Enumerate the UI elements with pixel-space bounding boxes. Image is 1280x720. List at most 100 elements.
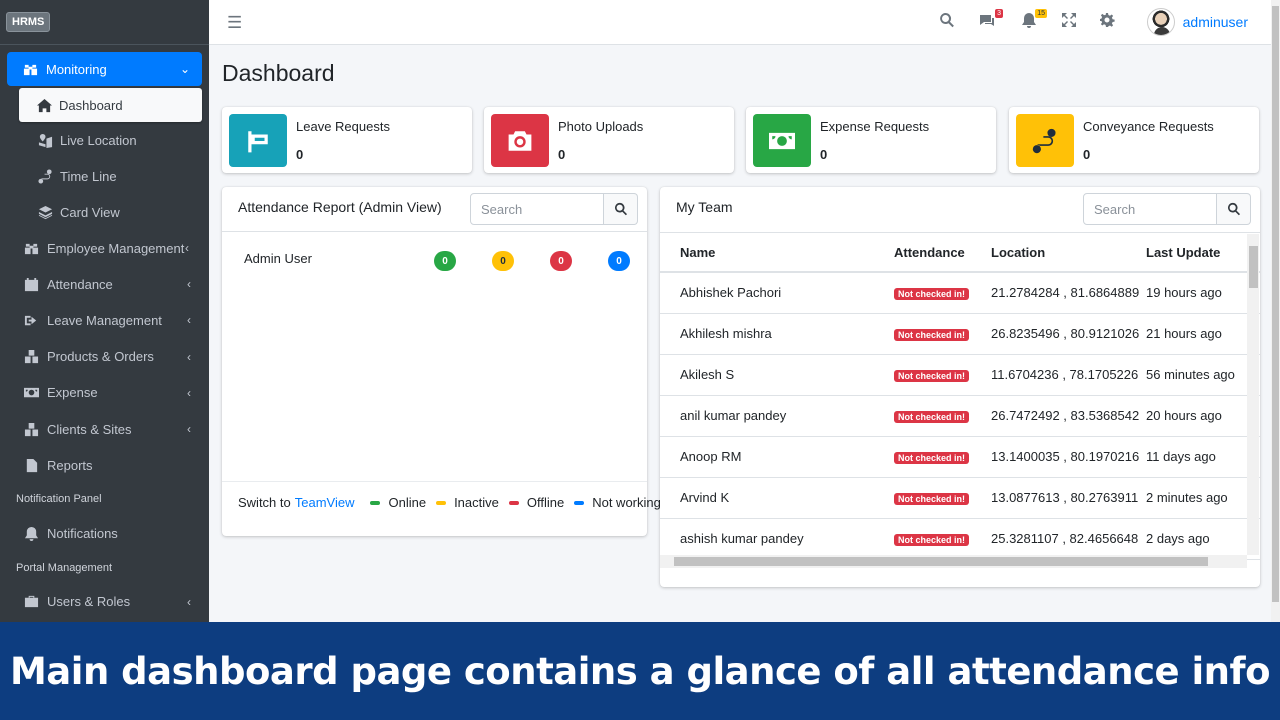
sidebar-item-expense[interactable]: Expense ‹ xyxy=(0,375,209,411)
search-icon[interactable] xyxy=(939,12,957,30)
sidebar-item-users-roles[interactable]: Users & Roles ‹ xyxy=(0,584,209,620)
sidebar-item-live-location[interactable]: Live Location xyxy=(0,122,209,158)
chevron-left-icon: ‹ xyxy=(187,349,191,364)
sidebar-item-employee-management[interactable]: Employee Management ‹ xyxy=(0,230,209,266)
search-button[interactable] xyxy=(604,193,638,225)
briefcase-icon xyxy=(22,594,40,610)
table-row[interactable]: anil kumar pandey Not checked in! 26.747… xyxy=(660,395,1260,437)
table-row[interactable]: Akilesh S Not checked in! 11.6704236 , 7… xyxy=(660,354,1260,396)
sidebar-item-label: Card View xyxy=(60,204,120,220)
hamburger-menu-icon[interactable]: ☰ xyxy=(227,13,242,33)
sidebar-item-time-line[interactable]: Time Line xyxy=(0,158,209,194)
chevron-left-icon: ‹ xyxy=(187,313,191,328)
messages-icon[interactable]: 3 xyxy=(979,9,1003,30)
status-badge: Not checked in! xyxy=(894,329,970,341)
online-swatch xyxy=(370,500,381,505)
sidebar-item-card-view[interactable]: Card View xyxy=(0,194,209,230)
sidebar-item-label: Live Location xyxy=(60,132,137,148)
page-scrollbar-thumb[interactable] xyxy=(1272,6,1279,602)
column-header-name[interactable]: Name xyxy=(660,233,894,273)
info-box-value: 0 xyxy=(1083,147,1091,162)
status-badge: Not checked in! xyxy=(894,452,970,464)
cell-location: 25.3281107 , 82.4656648 xyxy=(991,518,1146,560)
sidebar-item-label: Reports xyxy=(47,457,93,473)
table-row[interactable]: Akhilesh mishra Not checked in! 26.82354… xyxy=(660,313,1260,355)
cell-last-update: 19 hours ago xyxy=(1146,272,1260,314)
sidebar-item-products-orders[interactable]: Products & Orders ‹ xyxy=(0,339,209,375)
search-input[interactable] xyxy=(470,193,604,225)
user-menu[interactable]: adminuser xyxy=(1146,8,1248,36)
cell-name: Anoop RM xyxy=(660,436,894,478)
info-box-leave-requests[interactable]: Leave Requests 0 xyxy=(222,107,472,173)
sidebar-item-label: Leave Management xyxy=(47,312,162,328)
info-box-photo-uploads[interactable]: Photo Uploads 0 xyxy=(484,107,734,173)
switch-label: Switch to xyxy=(238,495,291,510)
search-input[interactable] xyxy=(1083,193,1217,225)
info-box-conveyance-requests[interactable]: Conveyance Requests 0 xyxy=(1009,107,1259,173)
sidebar-item-dashboard[interactable]: Dashboard xyxy=(19,88,202,122)
nav-header-portal-management: Portal Management xyxy=(16,561,112,574)
route-icon xyxy=(1016,114,1074,167)
page-scrollbar[interactable] xyxy=(1271,0,1280,622)
cell-location: 26.8235496 , 80.9121026 xyxy=(991,313,1146,355)
legend-online: Online xyxy=(388,495,427,510)
map-marker-icon xyxy=(36,133,54,148)
topbar: ☰ 3 15 adminuser xyxy=(209,0,1271,45)
cell-last-update: 2 days ago xyxy=(1146,518,1260,560)
table-row[interactable]: ashish kumar pandey Not checked in! 25.3… xyxy=(660,518,1260,560)
info-box-label: Photo Uploads xyxy=(558,119,644,134)
offline-swatch xyxy=(508,500,519,505)
cell-last-update: 56 minutes ago xyxy=(1146,354,1260,396)
not-working-count-badge[interactable]: 0 xyxy=(608,251,630,271)
inactive-count-badge[interactable]: 0 xyxy=(492,251,514,271)
legend-inactive: Inactive xyxy=(454,495,499,510)
sidebar-item-notifications[interactable]: Notifications xyxy=(0,515,209,551)
nav-header-notification-panel: Notification Panel xyxy=(16,493,102,506)
bell-icon[interactable]: 15 xyxy=(1021,9,1047,30)
status-badge: Not checked in! xyxy=(894,370,970,382)
card-title: Attendance Report (Admin View) xyxy=(238,199,442,215)
cell-location: 11.6704236 , 78.1705226 xyxy=(991,354,1146,396)
online-count-badge[interactable]: 0 xyxy=(434,251,456,271)
cell-last-update: 21 hours ago xyxy=(1146,313,1260,355)
sidebar-item-label: Products & Orders xyxy=(47,349,154,365)
sidebar-item-leave-management[interactable]: Leave Management ‹ xyxy=(0,302,209,338)
sidebar-item-label: Dashboard xyxy=(59,97,123,113)
scrollbar-thumb[interactable] xyxy=(1249,246,1258,288)
brand-logo[interactable]: HRMS xyxy=(6,12,51,32)
sidebar: HRMS Monitoring ⌄ Dashboard Live Locatio… xyxy=(0,0,209,622)
table-row[interactable]: Arvind K Not checked in! 13.0877613 , 80… xyxy=(660,477,1260,519)
sidebar-item-reports[interactable]: Reports xyxy=(0,447,209,483)
info-box-expense-requests[interactable]: Expense Requests 0 xyxy=(746,107,996,173)
team-search xyxy=(1083,193,1251,225)
caption-banner: Main dashboard page contains a glance of… xyxy=(0,622,1280,720)
sidebar-item-label: Employee Management xyxy=(47,240,185,256)
my-team-card: My Team Name Attendance Location Last Up… xyxy=(660,187,1260,587)
teamview-link[interactable]: TeamView xyxy=(295,495,355,510)
sidebar-item-clients-sites[interactable]: Clients & Sites ‹ xyxy=(0,411,209,447)
attendance-user-name[interactable]: Admin User xyxy=(244,251,312,266)
column-header-attendance[interactable]: Attendance xyxy=(894,233,991,273)
search-button[interactable] xyxy=(1217,193,1251,225)
sidebar-nav: Monitoring ⌄ Dashboard Live Location Tim… xyxy=(0,45,209,620)
gear-icon[interactable] xyxy=(1099,12,1117,30)
username[interactable]: adminuser xyxy=(1183,14,1248,30)
attendance-search xyxy=(470,193,638,225)
messages-badge: 3 xyxy=(995,9,1003,18)
sidebar-item-label: Monitoring xyxy=(46,61,107,77)
card-title: My Team xyxy=(676,199,733,215)
fullscreen-icon[interactable] xyxy=(1061,12,1079,30)
chevron-left-icon: ‹ xyxy=(187,594,191,609)
brand: HRMS xyxy=(0,0,209,45)
sidebar-item-attendance[interactable]: Attendance ‹ xyxy=(0,266,209,302)
sidebar-item-monitoring[interactable]: Monitoring ⌄ xyxy=(7,52,202,86)
table-horizontal-scrollbar[interactable] xyxy=(660,555,1247,568)
home-icon xyxy=(35,98,53,113)
column-header-last-update[interactable]: Last Update xyxy=(1146,233,1260,273)
offline-count-badge[interactable]: 0 xyxy=(550,251,572,271)
table-vertical-scrollbar[interactable] xyxy=(1247,234,1259,555)
table-row[interactable]: Anoop RM Not checked in! 13.1400035 , 80… xyxy=(660,436,1260,478)
table-row[interactable]: Abhishek Pachori Not checked in! 21.2784… xyxy=(660,272,1260,314)
column-header-location[interactable]: Location xyxy=(991,233,1146,273)
scrollbar-thumb[interactable] xyxy=(674,557,1208,566)
